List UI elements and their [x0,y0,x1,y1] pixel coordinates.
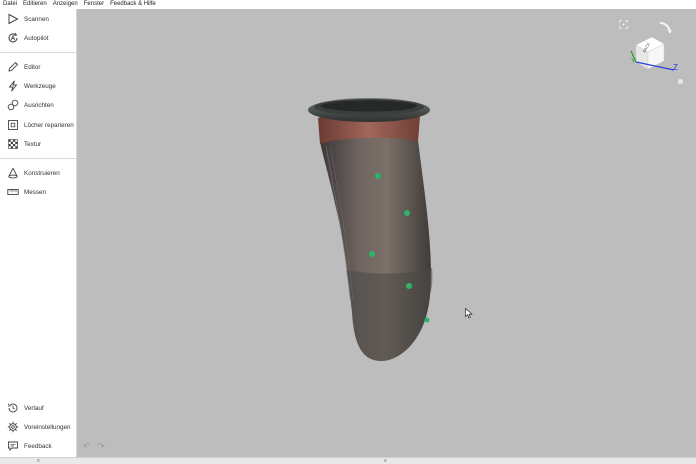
sidebar-item-scan[interactable]: Scannen [0,10,76,28]
sidebar-item-label: Scannen [24,15,49,23]
sidebar-item-align[interactable]: Ausrichten [0,96,76,114]
ruler-icon [6,185,20,199]
lightning-icon [6,79,20,93]
align-icon [6,98,20,112]
bottom-status-bar: ≡ ≡ [0,457,696,464]
sidebar-item-label: Verlauf [24,404,44,412]
sidebar-item-label: Messen [24,188,47,196]
undo-button[interactable]: ↶ [83,441,91,451]
menu-feedback-help[interactable]: Feedback & Hilfe [110,0,156,9]
sidebar-item-editor[interactable]: Editor [0,58,76,76]
sidebar-item-label: Ausrichten [24,101,54,109]
sidebar-item-autopilot[interactable]: Autopilot [0,29,76,47]
sidebar-divider [0,52,76,53]
menu-file[interactable]: Datei [3,0,17,9]
scanned-3d-model[interactable] [300,80,445,370]
sidebar-item-label: Werkzeuge [24,82,56,90]
gear-icon [6,420,20,434]
axis-y-label: Y [631,58,636,65]
menu-bar: Datei Editieren Anzeigen Fenster Feedbac… [0,0,696,9]
sidebar-item-label: Autopilot [24,34,49,42]
sidebar-item-label: Löcher reparieren [24,121,74,129]
pencil-icon [6,60,20,74]
cube-settings-icon[interactable] [677,78,684,85]
menu-window[interactable]: Fenster [84,0,104,9]
sidebar-divider [0,158,76,159]
autopilot-icon [6,31,20,45]
menu-edit[interactable]: Editieren [23,0,47,9]
sidebar-item-label: Voreinstellungen [24,423,71,431]
hole-repair-icon [6,118,20,132]
redo-button[interactable]: ↷ [97,441,105,451]
sidebar-item-label: Editor [24,63,41,71]
navigation-cube[interactable]: BACK Z Y [626,17,688,89]
sidebar-item-measure[interactable]: Messen [0,183,76,201]
sidebar-item-label: Textur [24,140,42,148]
menu-view[interactable]: Anzeigen [53,0,78,9]
history-icon [6,401,20,415]
sidebar-item-texture[interactable]: Textur [0,135,76,153]
mouse-cursor-icon [465,308,473,319]
panel-resize-handle[interactable]: ≡ [384,459,387,464]
axis-z-label: Z [673,63,678,72]
play-icon [6,12,20,26]
sidebar-item-construct[interactable]: Konstruieren [0,164,76,182]
texture-icon [6,137,20,151]
sidebar-item-hole-repair[interactable]: Löcher reparieren [0,116,76,134]
sidebar-item-preferences[interactable]: Voreinstellungen [0,418,76,436]
sidebar-item-tools[interactable]: Werkzeuge [0,77,76,95]
sidebar-item-label: Feedback [24,442,52,450]
sidebar-item-feedback[interactable]: Feedback [0,437,76,455]
sidebar-resize-handle[interactable]: ≡ [37,459,40,464]
sidebar-item-label: Konstruieren [24,169,60,177]
sidebar-item-history[interactable]: Verlauf [0,399,76,417]
sidebar: Scannen Autopilot Editor Werkzeuge Ausri… [0,9,77,457]
cone-icon [6,166,20,180]
chat-icon [6,439,20,453]
